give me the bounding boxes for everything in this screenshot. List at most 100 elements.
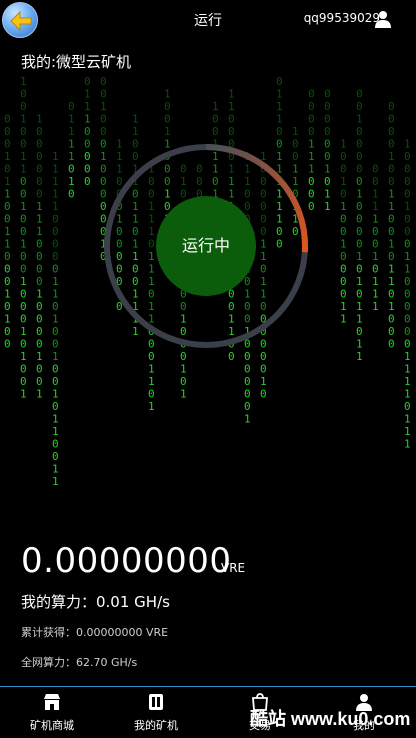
matrix-glyph: 1 (148, 363, 155, 376)
matrix-glyph: 1 (148, 400, 155, 413)
matrix-glyph: 1 (292, 125, 299, 138)
nav-item-store[interactable]: 矿机商城 (0, 687, 104, 738)
matrix-glyph: 0 (100, 125, 107, 138)
matrix-glyph: 1 (20, 75, 27, 88)
matrix-glyph: 1 (52, 313, 59, 326)
matrix-glyph: 0 (4, 263, 11, 276)
matrix-glyph: 0 (20, 138, 27, 151)
matrix-glyph: 1 (356, 113, 363, 126)
matrix-glyph: 1 (324, 163, 331, 176)
matrix-glyph: 0 (36, 375, 43, 388)
matrix-glyph: 0 (388, 225, 395, 238)
matrix-glyph: 0 (100, 88, 107, 101)
matrix-glyph: 1 (132, 125, 139, 138)
matrix-glyph: 1 (36, 350, 43, 363)
matrix-glyph: 0 (36, 275, 43, 288)
matrix-glyph: 1 (356, 300, 363, 313)
matrix-glyph: 0 (52, 213, 59, 226)
matrix-glyph: 0 (308, 125, 315, 138)
miner-icon (149, 694, 163, 710)
matrix-glyph: 0 (4, 275, 11, 288)
matrix-glyph: 0 (356, 100, 363, 113)
matrix-glyph: 0 (324, 138, 331, 151)
balance-unit: VRE (221, 561, 246, 575)
matrix-glyph: 0 (20, 313, 27, 326)
matrix-glyph: 0 (308, 88, 315, 101)
matrix-glyph: 0 (148, 388, 155, 401)
matrix-glyph: 0 (340, 188, 347, 201)
matrix-glyph: 0 (244, 400, 251, 413)
user-icon[interactable] (374, 10, 392, 28)
username[interactable]: qq99539029 (304, 11, 380, 25)
matrix-glyph: 0 (404, 238, 411, 251)
matrix-glyph: 0 (36, 263, 43, 276)
matrix-glyph: 1 (356, 350, 363, 363)
matrix-glyph: 1 (372, 188, 379, 201)
matrix-glyph: 0 (404, 325, 411, 338)
matrix-glyph: 0 (276, 125, 283, 138)
matrix-glyph: 0 (20, 263, 27, 276)
matrix-glyph: 1 (20, 163, 27, 176)
matrix-glyph: 1 (52, 175, 59, 188)
matrix-glyph: 1 (340, 138, 347, 151)
matrix-glyph: 1 (20, 275, 27, 288)
matrix-glyph: 0 (388, 338, 395, 351)
matrix-glyph: 0 (212, 113, 219, 126)
matrix-glyph: 1 (388, 300, 395, 313)
matrix-glyph: 0 (52, 375, 59, 388)
matrix-glyph: 0 (244, 375, 251, 388)
status-label[interactable]: 运行中 (158, 198, 254, 294)
matrix-glyph: 1 (340, 300, 347, 313)
matrix-glyph: 1 (68, 175, 75, 188)
matrix-glyph: 0 (36, 125, 43, 138)
nav-item-my-miners[interactable]: 我的矿机 (104, 687, 208, 738)
matrix-glyph: 0 (84, 75, 91, 88)
matrix-glyph: 0 (20, 300, 27, 313)
matrix-glyph: 0 (324, 150, 331, 163)
matrix-glyph: 0 (36, 238, 43, 251)
matrix-glyph: 1 (4, 150, 11, 163)
matrix-glyph: 1 (20, 238, 27, 251)
matrix-glyph: 1 (340, 175, 347, 188)
matrix-glyph: 0 (404, 150, 411, 163)
matrix-glyph: 1 (4, 313, 11, 326)
matrix-glyph: 0 (20, 288, 27, 301)
matrix-glyph: 0 (340, 250, 347, 263)
matrix-glyph: 0 (324, 125, 331, 138)
matrix-glyph: 0 (388, 175, 395, 188)
matrix-glyph: 0 (244, 350, 251, 363)
matrix-glyph: 0 (356, 288, 363, 301)
matrix-glyph: 1 (68, 113, 75, 126)
matrix-glyph: 0 (340, 213, 347, 226)
matrix-glyph: 0 (340, 150, 347, 163)
matrix-glyph: 1 (148, 375, 155, 388)
matrix-glyph: 1 (372, 300, 379, 313)
matrix-glyph: 1 (84, 113, 91, 126)
matrix-glyph: 0 (212, 125, 219, 138)
matrix-glyph: 0 (20, 175, 27, 188)
nav-label: 我的矿机 (134, 719, 178, 732)
matrix-glyph: 0 (404, 313, 411, 326)
matrix-glyph: 1 (36, 388, 43, 401)
matrix-glyph: 0 (388, 125, 395, 138)
matrix-glyph: 0 (308, 113, 315, 126)
matrix-glyph: 0 (340, 263, 347, 276)
matrix-glyph: 1 (404, 375, 411, 388)
matrix-glyph: 1 (388, 238, 395, 251)
matrix-glyph: 1 (244, 413, 251, 426)
matrix-glyph: 1 (404, 250, 411, 263)
matrix-glyph: 1 (372, 200, 379, 213)
matrix-glyph: 0 (4, 213, 11, 226)
matrix-glyph: 0 (372, 263, 379, 276)
matrix-glyph: 1 (52, 425, 59, 438)
matrix-glyph: 0 (260, 388, 267, 401)
matrix-glyph: 1 (404, 413, 411, 426)
matrix-glyph: 0 (4, 200, 11, 213)
matrix-glyph: 1 (404, 263, 411, 276)
matrix-glyph: 0 (388, 213, 395, 226)
matrix-glyph: 0 (404, 338, 411, 351)
matrix-glyph: 0 (20, 225, 27, 238)
matrix-glyph: 0 (20, 375, 27, 388)
matrix-glyph: 1 (52, 288, 59, 301)
matrix-glyph: 0 (356, 88, 363, 101)
